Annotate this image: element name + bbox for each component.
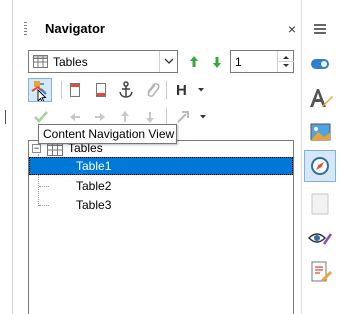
toolbar-separator [166, 81, 167, 99]
sidebar-separator [301, 0, 302, 314]
sidebar-navigator-button[interactable] [304, 150, 336, 182]
sidebar-properties-button[interactable] [304, 48, 336, 80]
tree-item-label: Table3 [76, 198, 112, 212]
tree-connector [39, 186, 49, 187]
styles-icon [310, 89, 333, 107]
left-edge-separator [12, 0, 13, 314]
panel-title: Navigator [45, 21, 105, 36]
sidebar-styles-button[interactable] [304, 82, 336, 114]
sidebar-manage-changes-button[interactable] [304, 256, 336, 288]
table-grid-icon [47, 142, 63, 156]
tree-item-label: Table1 [76, 159, 112, 173]
dropdown-arrow-icon [198, 88, 204, 92]
content-navigation-view-button[interactable] [28, 78, 52, 103]
sidebar-resize-grip[interactable] [5, 110, 6, 124]
drag-mode-icon [177, 111, 189, 123]
content-tree[interactable]: − Tables Table1 Table2 Table3 [28, 140, 294, 314]
spin-value: 1 [235, 55, 242, 69]
heading-levels-icon: H [176, 82, 187, 99]
spin-buttons[interactable] [277, 51, 294, 72]
collapse-expander[interactable]: − [32, 144, 41, 153]
tree-item-label: Table2 [76, 179, 112, 193]
content-type-dropdown[interactable]: Tables [28, 50, 178, 73]
panel-drag-grip-icon[interactable] [24, 22, 27, 37]
sidebar-gallery-button[interactable] [304, 116, 336, 148]
arrow-up-green-icon[interactable] [183, 51, 205, 73]
paperclip-icon[interactable] [141, 79, 163, 101]
footer-icon[interactable] [90, 79, 112, 101]
heading-levels-button[interactable]: H [172, 79, 204, 101]
header-icon[interactable] [64, 79, 86, 101]
chevron-down-icon[interactable] [159, 51, 177, 72]
style-inspector-icon [308, 233, 333, 245]
hamburger-menu-icon[interactable] [313, 22, 327, 39]
manage-changes-icon [311, 261, 332, 282]
tree-connector [39, 205, 49, 206]
arrow-down-green-icon[interactable] [206, 51, 228, 73]
table-grid-icon [33, 55, 48, 68]
tooltip: Content Navigation View [38, 124, 177, 144]
close-button[interactable]: × [283, 20, 301, 38]
anchor-icon[interactable] [115, 79, 137, 101]
toolbar-separator [61, 81, 62, 99]
heading-level-spinbox[interactable]: 1 [230, 50, 294, 73]
sidebar-style-inspector-button[interactable] [304, 222, 336, 254]
properties-icon [311, 59, 329, 69]
content-type-value: Tables [53, 55, 88, 69]
tree-item-table1[interactable]: Table1 [29, 157, 293, 175]
tree-item-table2[interactable]: Table2 [29, 177, 293, 195]
page-icon [311, 193, 329, 215]
tree-item-table3[interactable]: Table3 [29, 196, 293, 214]
sidebar-page-button[interactable] [304, 188, 336, 220]
gallery-icon [310, 123, 331, 141]
drag-mode-button[interactable] [172, 106, 206, 128]
dropdown-arrow-icon [200, 115, 206, 119]
content-navigation-view-icon [31, 81, 47, 103]
navigator-compass-icon [311, 157, 329, 175]
